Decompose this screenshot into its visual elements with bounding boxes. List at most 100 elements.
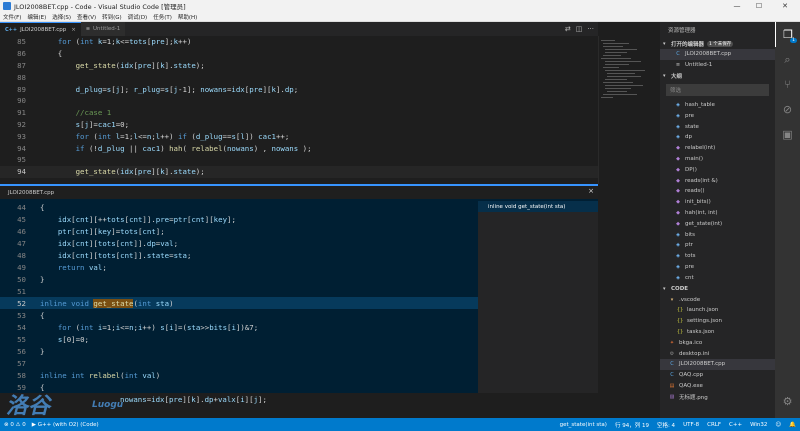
file-item[interactable]: ▨ 无标题.png xyxy=(660,391,775,402)
outline-item[interactable]: ◈ pre xyxy=(660,262,775,273)
extensions-icon[interactable]: ▣ xyxy=(775,122,800,147)
code-text: s[j]=cac1=0; xyxy=(75,119,130,129)
split-editor-icon[interactable]: ◫ xyxy=(576,25,583,33)
folder-item[interactable]: ▾ .vscode xyxy=(660,294,775,305)
file-item[interactable]: {} settings.json xyxy=(660,316,775,327)
outline-item[interactable]: ◈ hash_table xyxy=(660,100,775,111)
feedback-icon[interactable]: ☺ xyxy=(775,422,781,428)
open-editors-header[interactable]: ▾ 打开的编辑器 1 个未保存 xyxy=(660,38,775,49)
maximize-button[interactable]: ☐ xyxy=(748,0,770,12)
line-number: 56 xyxy=(17,347,26,357)
outline-item[interactable]: ◈ tots xyxy=(660,251,775,262)
outline-list: ◈ hash_table ◈ pre ◈ state ◈ dp ◆ relabel(int) ◆ ma… xyxy=(660,100,775,284)
editor-tab-bar: C++ JLOI2008BET.cpp × ≡ Untitled-1 ⇄ ◫ ·… xyxy=(0,22,598,36)
code-text: nowans=idx[pre][k].dp+valx[i][j]; xyxy=(120,395,267,404)
outline-item[interactable]: ◈ dp xyxy=(660,132,775,143)
outline-item[interactable]: ◈ ptr xyxy=(660,240,775,251)
code-line: 90 xyxy=(0,95,598,107)
peek-close-icon[interactable]: × xyxy=(588,187,594,195)
method-icon: ◆ xyxy=(676,166,680,173)
code-text: idx[cnt][tots[cnt]].state=sta; xyxy=(57,250,192,260)
peek-code-editor[interactable]: 44 { 45 idx[cnt][++tots[cnt]].pre=ptr[cnt… xyxy=(0,201,478,406)
tab-untitled-1[interactable]: ≡ Untitled-1 xyxy=(80,22,126,36)
outline-item[interactable]: ◆ reads() xyxy=(660,186,775,197)
problems-indicator[interactable]: ⊗ 0 ⚠ 0 xyxy=(4,422,26,428)
method-icon: ◆ xyxy=(676,177,680,184)
menu-view[interactable]: 查看(V) xyxy=(77,13,96,21)
tab-jloi2008bet[interactable]: C++ JLOI2008BET.cpp × xyxy=(0,22,81,36)
outline-item[interactable]: ◈ cnt xyxy=(660,272,775,283)
line-number: 90 xyxy=(17,96,26,106)
minimize-button[interactable]: — xyxy=(726,0,748,12)
file-item[interactable]: {} tasks.json xyxy=(660,327,775,338)
section-label: 大纲 xyxy=(671,74,683,81)
indentation[interactable]: 空格: 4 xyxy=(657,421,675,429)
debug-icon[interactable]: ⊘ xyxy=(775,97,800,122)
menu-debug[interactable]: 调试(D) xyxy=(128,13,148,21)
item-label: main() xyxy=(685,155,704,162)
search-icon[interactable]: ⌕ xyxy=(775,47,800,72)
explorer-sidebar: 资源管理器 ▾ 打开的编辑器 1 个未保存 C JLOI2008BET.cpp … xyxy=(660,22,775,418)
more-actions-icon[interactable]: ··· xyxy=(587,25,594,33)
field-icon: ◈ xyxy=(676,263,680,270)
field-icon: ◈ xyxy=(676,274,680,281)
outline-item[interactable]: ◆ init_bits() xyxy=(660,197,775,208)
cpp-file-icon: C xyxy=(676,51,680,58)
line-number: 48 xyxy=(17,250,26,260)
code-line: 55 s[0]=0; xyxy=(0,334,478,346)
code-editor[interactable]: 85 for (int k=1;k<=tots[pre];k++) 86 { 8… xyxy=(0,36,598,184)
code-line: 87 get_state(idx[pre][k].state); xyxy=(0,60,598,72)
file-item[interactable]: C QAQ.cpp xyxy=(660,370,775,381)
outline-item[interactable]: ◆ hah(int, int) xyxy=(660,208,775,219)
code-line: 95 xyxy=(0,154,598,166)
menu-selection[interactable]: 选择(S) xyxy=(52,13,71,21)
source-control-icon[interactable]: ⑂ xyxy=(775,72,800,97)
current-symbol[interactable]: get_state(int sta) xyxy=(560,422,607,428)
tab-close-icon[interactable]: × xyxy=(71,27,76,33)
gear-icon[interactable]: ⚙ xyxy=(775,389,800,414)
code-folder-header[interactable]: ▾ CODE xyxy=(660,283,775,294)
menu-tasks[interactable]: 任务(T) xyxy=(153,13,172,21)
encoding[interactable]: UTF-8 xyxy=(683,422,699,428)
peek-reference-item[interactable]: inline void get_state(int sta) xyxy=(478,201,598,212)
outline-item[interactable]: ◈ bits xyxy=(660,229,775,240)
platform[interactable]: Win32 xyxy=(750,422,767,428)
line-ending[interactable]: CRLF xyxy=(707,422,721,428)
menu-file[interactable]: 文件(F) xyxy=(3,13,21,21)
item-label: pre xyxy=(685,112,695,119)
menu-edit[interactable]: 编辑(E) xyxy=(27,13,46,21)
outline-item[interactable]: ◈ state xyxy=(660,121,775,132)
open-editor-item[interactable]: ≡ Untitled-1 xyxy=(660,60,775,71)
method-icon: ◆ xyxy=(676,199,680,206)
status-bar: ⊗ 0 ⚠ 0 ▶ G++ (with O2) (Code) get_state… xyxy=(0,418,800,431)
file-item[interactable]: {} launch.json xyxy=(660,305,775,316)
file-item[interactable]: ⚙ desktop.ini xyxy=(660,348,775,359)
file-item[interactable]: ✦ bkga.ico xyxy=(660,337,775,348)
close-window-button[interactable]: ✕ xyxy=(770,0,800,12)
outline-item[interactable]: ◆ reads(int &) xyxy=(660,175,775,186)
outline-item[interactable]: ◆ get_state(int) xyxy=(660,218,775,229)
outline-item[interactable]: ◆ relabel(int) xyxy=(660,143,775,154)
line-number: 92 xyxy=(17,119,26,129)
explorer-icon[interactable]: ❐ 1 xyxy=(775,22,800,47)
outline-item[interactable]: ◈ pre xyxy=(660,110,775,121)
code-editor-continued[interactable]: nowans=idx[pre][k].dp+valx[i][j]; xyxy=(0,393,598,408)
menu-go[interactable]: 转到(G) xyxy=(102,13,122,21)
outline-filter-input[interactable]: 筛选 xyxy=(666,83,769,96)
cursor-position[interactable]: 行 94，列 19 xyxy=(615,421,649,429)
code-line: 89 d_plug=s[j]; r_plug=s[j-1]; nowans=id… xyxy=(0,83,598,95)
compare-icon[interactable]: ⇄ xyxy=(565,25,571,33)
open-editor-item[interactable]: C JLOI2008BET.cpp xyxy=(660,49,775,60)
file-item[interactable]: ▤ QAQ.exe xyxy=(660,381,775,392)
run-task-indicator[interactable]: ▶ G++ (with O2) (Code) xyxy=(32,422,99,428)
minimap[interactable] xyxy=(598,36,660,184)
language-mode[interactable]: C++ xyxy=(729,422,742,428)
file-item[interactable]: C JLOI2008BET.cpp xyxy=(660,358,775,370)
outline-header[interactable]: ▾ 大纲 xyxy=(660,71,775,82)
text-file-icon: ≡ xyxy=(675,62,681,69)
bell-icon[interactable]: 🔔 xyxy=(789,422,796,428)
outline-item[interactable]: ◆ DP() xyxy=(660,164,775,175)
code-line: 56} xyxy=(0,346,478,358)
outline-item[interactable]: ◆ main() xyxy=(660,154,775,165)
menu-help[interactable]: 帮助(H) xyxy=(178,13,197,21)
